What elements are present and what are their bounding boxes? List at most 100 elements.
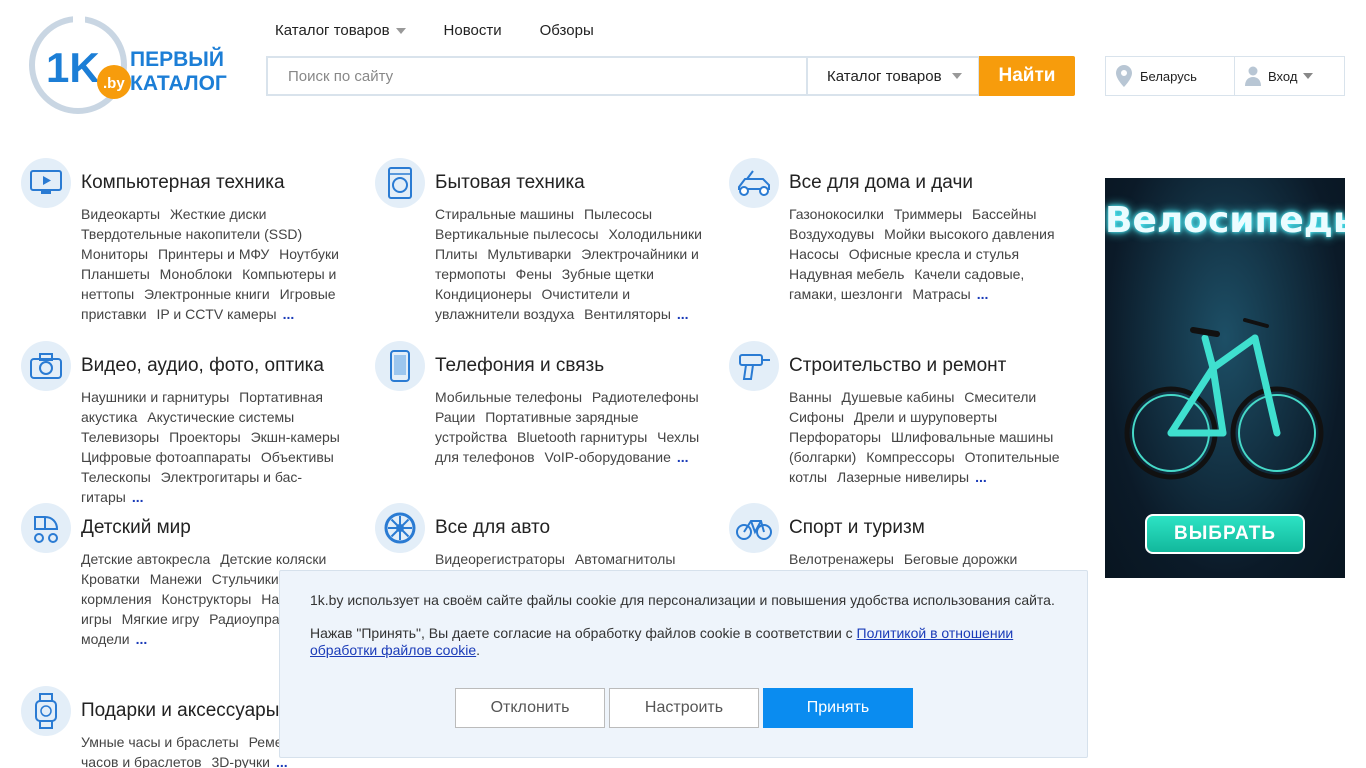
category-link[interactable]: Душевые кабины [842,389,955,405]
nav-reviews[interactable]: Обзоры [540,22,594,39]
login-button[interactable]: Вход [1234,56,1345,96]
more-link[interactable]: ... [136,631,148,647]
category-link[interactable]: Ноутбуки [279,246,339,262]
category-title[interactable]: Строительство и ремонт [789,355,1006,377]
search-category-select[interactable]: Каталог товаров [806,56,980,96]
category-title[interactable]: Спорт и туризм [789,517,925,539]
banner-choose-button[interactable]: ВЫБРАТЬ [1145,514,1305,554]
category-title[interactable]: Компьютерная техника [81,172,285,194]
category-link[interactable]: Детские коляски [220,551,326,567]
category-link[interactable]: Стиральные машины [435,206,574,222]
category-link[interactable]: Телескопы [81,469,151,485]
category-link[interactable]: Мобильные телефоны [435,389,582,405]
category-title[interactable]: Телефония и связь [435,355,604,377]
more-link[interactable]: ... [677,449,689,465]
category-link[interactable]: Детские автокресла [81,551,210,567]
category-link[interactable]: Экшн-камеры [251,429,340,445]
more-link[interactable]: ... [677,306,689,322]
category-title[interactable]: Подарки и аксессуары [81,700,279,722]
accept-button[interactable]: Принять [763,688,913,728]
category-link[interactable]: Рации [435,409,475,425]
category-link[interactable]: Офисные кресла и стулья [849,246,1019,262]
category-link[interactable]: Кроватки [81,571,140,587]
site-logo[interactable]: 1K .by ПЕРВЫЙ КАТАЛОГ [28,14,228,116]
category-link[interactable]: На [261,591,279,607]
nav-catalog[interactable]: Каталог товаров [275,22,406,39]
category-link[interactable]: Объективы [261,449,334,465]
category-link[interactable]: Сифоны [789,409,844,425]
location-select[interactable]: Беларусь [1105,56,1235,96]
category-title[interactable]: Детский мир [81,517,191,539]
category-link[interactable]: Перфораторы [789,429,881,445]
category-link[interactable]: Ванны [789,389,832,405]
category-link[interactable]: Автомагнитолы [575,551,676,567]
ad-banner-bicycles[interactable]: Велосипеды ВЫБРАТЬ [1105,178,1345,578]
decline-button[interactable]: Отклонить [455,688,605,728]
category-link[interactable]: Проекторы [169,429,241,445]
category-link[interactable]: Мультиварки [487,246,571,262]
category-link[interactable]: Насосы [789,246,839,262]
category-link[interactable]: Планшеты [81,266,150,282]
search-button[interactable]: Найти [979,56,1075,96]
category-link[interactable]: Велотренажеры [789,551,894,567]
category-link[interactable]: Наушники и гарнитуры [81,389,229,405]
category-link[interactable]: Кондиционеры [435,286,532,302]
more-link[interactable]: ... [132,489,144,505]
category-link[interactable]: Мониторы [81,246,148,262]
search-input[interactable] [266,56,807,96]
category-link[interactable]: IP и CCTV камеры [157,306,277,322]
category-link[interactable]: 3D-ручки [212,754,270,768]
category-link[interactable]: Bluetooth гарнитуры [517,429,647,445]
category-links: Видеокарты Жесткие диски Твердотельные н… [81,204,359,324]
category-link[interactable]: Умные часы и браслеты [81,734,239,750]
category-title[interactable]: Все для дома и дачи [789,172,973,194]
category-link[interactable]: Манежи [150,571,202,587]
category-link[interactable]: Принтеры и МФУ [158,246,269,262]
category-links: Газонокосилки Триммеры Бассейны Воздуход… [789,204,1067,304]
category-link[interactable]: Телевизоры [81,429,159,445]
category-link[interactable]: Вентиляторы [584,306,671,322]
category-link[interactable]: Компрессоры [866,449,955,465]
category-link[interactable]: Вертикальные пылесосы [435,226,599,242]
category-link[interactable]: Радиотелефоны [592,389,699,405]
category-link[interactable]: Лазерные нивелиры [837,469,969,485]
category-link[interactable]: Жесткие диски [170,206,267,222]
category-link[interactable]: Холодильники [608,226,701,242]
category-link[interactable]: Мойки высокого давления [884,226,1054,242]
category-link[interactable]: Видеорегистраторы [435,551,565,567]
category-link[interactable]: Пылесосы [584,206,652,222]
category-title[interactable]: Бытовая техника [435,172,585,194]
category-link[interactable]: Воздуходувы [789,226,874,242]
category-link[interactable]: Твердотельные накопители (SSD) [81,226,302,242]
category-link[interactable]: Мягкие игру [122,611,200,627]
configure-button[interactable]: Настроить [609,688,759,728]
more-link[interactable]: ... [283,306,295,322]
category-link[interactable]: Бассейны [972,206,1036,222]
category-link[interactable]: Акустические системы [147,409,294,425]
category-link[interactable]: кормления [81,591,152,607]
cookie-consent-suffix: . [476,642,481,658]
category-link[interactable]: VoIP-оборудование [545,449,671,465]
category-link[interactable]: Смесители [964,389,1036,405]
category-title[interactable]: Все для авто [435,517,550,539]
more-link[interactable]: ... [975,469,987,485]
category-link[interactable]: Конструкторы [161,591,251,607]
category-link[interactable]: Матрасы [912,286,970,302]
nav-news[interactable]: Новости [444,22,502,39]
category-link[interactable]: Зубные щетки [562,266,654,282]
category-link[interactable]: Триммеры [894,206,962,222]
category-link[interactable]: Электронные книги [144,286,270,302]
category-link[interactable]: Газонокосилки [789,206,884,222]
category-link[interactable]: Фены [516,266,552,282]
category-link[interactable]: Видеокарты [81,206,160,222]
category-link[interactable]: Дрели и шуруповерты [854,409,997,425]
category-link[interactable]: Реме [249,734,283,750]
category-link[interactable]: Надувная мебель [789,266,904,282]
category-title[interactable]: Видео, аудио, фото, оптика [81,355,324,377]
category-link[interactable]: Цифровые фотоаппараты [81,449,251,465]
category-link[interactable]: Беговые дорожки [904,551,1017,567]
category-link[interactable]: Плиты [435,246,478,262]
category-links: Велотренажеры Беговые дорожки [789,549,1067,569]
category-link[interactable]: Моноблоки [160,266,233,282]
more-link[interactable]: ... [977,286,989,302]
